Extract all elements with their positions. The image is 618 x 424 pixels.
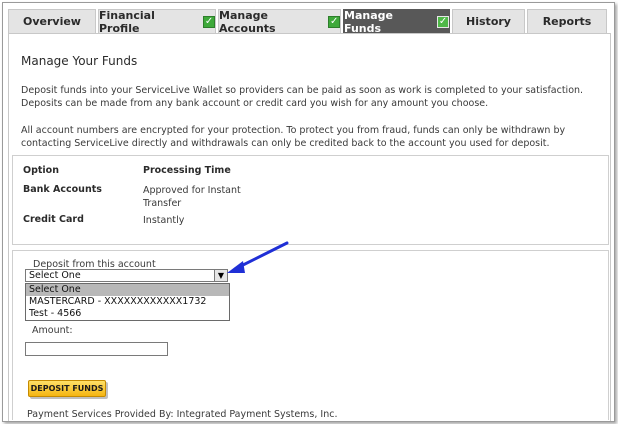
page-title: Manage Your Funds bbox=[21, 54, 138, 68]
processing-bank-accounts: Approved for Instant Transfer bbox=[143, 185, 241, 209]
tab-manage-funds[interactable]: Manage Funds ✓ bbox=[343, 8, 450, 35]
payment-services-footer: Payment Services Provided By: Integrated… bbox=[27, 409, 338, 420]
screenshot-frame: Overview Financial Profile ✓ Manage Acco… bbox=[2, 2, 615, 422]
processing-header: Processing Time bbox=[143, 165, 231, 176]
deposit-funds-button[interactable]: DEPOSIT FUNDS bbox=[28, 380, 106, 397]
check-icon: ✓ bbox=[203, 15, 215, 28]
pointer-arrow-icon bbox=[227, 241, 289, 273]
account-select[interactable]: Select One ▼ bbox=[25, 269, 228, 282]
tab-label: History bbox=[466, 15, 511, 28]
account-select-value: Select One bbox=[29, 270, 81, 281]
tab-overview[interactable]: Overview bbox=[8, 9, 96, 33]
tab-label: Reports bbox=[542, 15, 592, 28]
tab-label: Manage Funds bbox=[344, 8, 393, 35]
amount-label: Amount: bbox=[32, 325, 73, 336]
intro-text: Deposit funds into your ServiceLive Wall… bbox=[21, 85, 584, 109]
tab-label: Manage Accounts bbox=[219, 8, 276, 35]
option-bank-accounts: Bank Accounts bbox=[23, 184, 102, 195]
tab-manage-accounts[interactable]: Manage Accounts ✓ bbox=[218, 8, 341, 35]
options-table: Option Processing Time Bank Accounts App… bbox=[12, 155, 609, 245]
tab-label: Financial Profile bbox=[99, 8, 155, 35]
account-dropdown-list: Select One MASTERCARD - XXXXXXXXXXXX1732… bbox=[25, 283, 230, 321]
tab-financial-profile[interactable]: Financial Profile ✓ bbox=[98, 8, 216, 35]
tab-reports[interactable]: Reports bbox=[527, 9, 607, 33]
tab-bar: Overview Financial Profile ✓ Manage Acco… bbox=[8, 8, 608, 35]
tab-content: Manage Your Funds Deposit funds into you… bbox=[8, 33, 611, 421]
check-icon: ✓ bbox=[437, 15, 449, 28]
option-header: Option bbox=[23, 165, 59, 176]
dropdown-option-test[interactable]: Test - 4566 bbox=[26, 308, 229, 320]
option-credit-card: Credit Card bbox=[23, 214, 84, 225]
amount-input[interactable] bbox=[25, 342, 168, 356]
check-icon: ✓ bbox=[328, 15, 340, 28]
processing-credit-card: Instantly bbox=[143, 215, 185, 226]
dropdown-option-mastercard[interactable]: MASTERCARD - XXXXXXXXXXXX1732 bbox=[26, 296, 229, 308]
security-text: All account numbers are encrypted for yo… bbox=[21, 125, 566, 149]
dropdown-option-select-one[interactable]: Select One bbox=[26, 284, 229, 296]
tab-history[interactable]: History bbox=[452, 9, 525, 33]
tab-label: Overview bbox=[23, 15, 81, 28]
